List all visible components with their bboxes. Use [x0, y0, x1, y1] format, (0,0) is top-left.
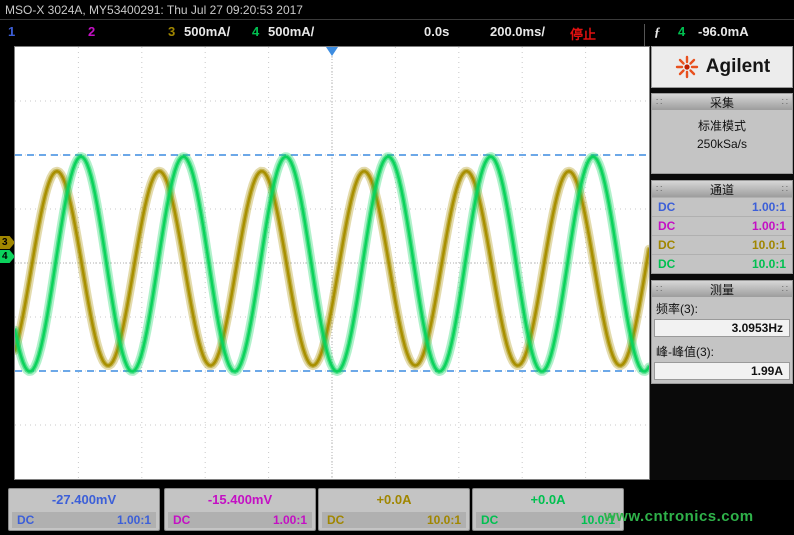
channel-2-button[interactable]: 2	[88, 24, 95, 39]
coupling-label: DC	[658, 200, 675, 214]
coupling-label: DC	[658, 219, 675, 233]
oscilloscope-screen: MSO-X 3024A, MY53400291: Thu Jul 27 09:2…	[0, 0, 794, 535]
panel-grip-icon: ∷	[782, 184, 788, 195]
measure-panel-title: 测量	[710, 281, 734, 298]
channel-1-button[interactable]: 1	[8, 24, 15, 39]
channel-1-probe-ratio: 1.00:1	[117, 513, 151, 527]
ground-marker-ch3[interactable]: 3	[0, 236, 15, 249]
acquisition-mode[interactable]: 标准模式	[652, 117, 792, 135]
channel-2-offset: -15.400mV	[165, 492, 315, 507]
acquisition-panel: ∷ 采集 ∷ 标准模式 250kSa/s	[651, 93, 793, 174]
ground-marker-ch4[interactable]: 4	[0, 250, 15, 263]
channels-panel: ∷ 通道 ∷ DC 1.00:1 DC 1.00:1 DC 10.0:1 DC …	[651, 180, 793, 274]
run-stop-status[interactable]: 停止	[570, 24, 596, 43]
channel-3-button[interactable]: 3	[168, 24, 175, 39]
channel-4-coupling: DC	[481, 513, 498, 527]
panel-grip-icon: ∷	[656, 284, 662, 295]
channel-3-coupling: DC	[327, 513, 344, 527]
title-bar: MSO-X 3024A, MY53400291: Thu Jul 27 09:2…	[0, 0, 794, 20]
measurement-pkpk-value: 1.99A	[654, 362, 790, 380]
channel-3-offset: +0.0A	[319, 492, 469, 507]
control-bar: 1 2 3 500mA/ 4 500mA/ 0.0s 200.0ms/ 停止 ƒ…	[0, 20, 794, 46]
brand-text: Agilent	[706, 56, 770, 78]
measure-panel: ∷ 测量 ∷ 频率(3): 3.0953Hz 峰-峰值(3): 1.99A	[651, 280, 793, 384]
channel-1-offset: -27.400mV	[9, 492, 159, 507]
channel-4-offset: +0.0A	[473, 492, 623, 507]
probe-ratio: 1.00:1	[752, 200, 786, 214]
probe-ratio: 10.0:1	[752, 257, 786, 271]
acquisition-panel-title: 采集	[710, 94, 734, 111]
channel-4-scale[interactable]: 500mA/	[268, 24, 314, 39]
channel-4-coupling-row[interactable]: DC 10.0:1	[652, 254, 792, 273]
channel-2-coupling-row[interactable]: DC 1.00:1	[652, 216, 792, 235]
channel-2-coupling: DC	[173, 513, 190, 527]
sample-rate: 250kSa/s	[652, 135, 792, 153]
panel-grip-icon: ∷	[656, 97, 662, 108]
agilent-logo-icon	[674, 54, 700, 80]
channel-3-status-box[interactable]: +0.0A DC 10.0:1	[318, 488, 470, 531]
panel-grip-icon: ∷	[782, 97, 788, 108]
channel-4-button[interactable]: 4	[252, 24, 259, 39]
channel-1-status-box[interactable]: -27.400mV DC 1.00:1	[8, 488, 160, 531]
separator	[644, 24, 645, 48]
panel-grip-icon: ∷	[782, 284, 788, 295]
probe-ratio: 10.0:1	[752, 238, 786, 252]
trigger-level[interactable]: -96.0mA	[698, 24, 749, 39]
coupling-label: DC	[658, 238, 675, 252]
channel-1-coupling-row[interactable]: DC 1.00:1	[652, 197, 792, 216]
time-offset[interactable]: 0.0s	[424, 24, 449, 39]
brand-panel: Agilent	[651, 46, 793, 88]
panel-grip-icon: ∷	[656, 184, 662, 195]
channel-1-coupling: DC	[17, 513, 34, 527]
channels-panel-title: 通道	[710, 181, 734, 198]
measurement-frequency-value: 3.0953Hz	[654, 319, 790, 337]
acquisition-panel-header: ∷ 采集 ∷	[652, 94, 792, 110]
channel-3-probe-ratio: 10.0:1	[427, 513, 461, 527]
waveform-area[interactable]	[14, 46, 650, 480]
channel-2-status-box[interactable]: -15.400mV DC 1.00:1	[164, 488, 316, 531]
channel-3-coupling-row[interactable]: DC 10.0:1	[652, 235, 792, 254]
channel-3-scale[interactable]: 500mA/	[184, 24, 230, 39]
waveform-plot[interactable]	[15, 47, 649, 479]
timebase-scale[interactable]: 200.0ms/	[490, 24, 545, 39]
measurement-pkpk-label: 峰-峰值(3):	[652, 340, 792, 361]
measure-panel-header: ∷ 测量 ∷	[652, 281, 792, 297]
watermark: www.cntronics.com	[604, 508, 754, 525]
measurement-frequency-label: 频率(3):	[652, 297, 792, 318]
trigger-edge-icon[interactable]: ƒ	[654, 24, 661, 40]
channels-panel-header: ∷ 通道 ∷	[652, 181, 792, 197]
probe-ratio: 1.00:1	[752, 219, 786, 233]
coupling-label: DC	[658, 257, 675, 271]
sidebar: Agilent ∷ 采集 ∷ 标准模式 250kSa/s ∷ 通道 ∷ DC 1…	[650, 46, 794, 480]
channel-2-probe-ratio: 1.00:1	[273, 513, 307, 527]
trigger-source[interactable]: 4	[678, 24, 685, 39]
channel-4-status-box[interactable]: +0.0A DC 10.0:1	[472, 488, 624, 531]
